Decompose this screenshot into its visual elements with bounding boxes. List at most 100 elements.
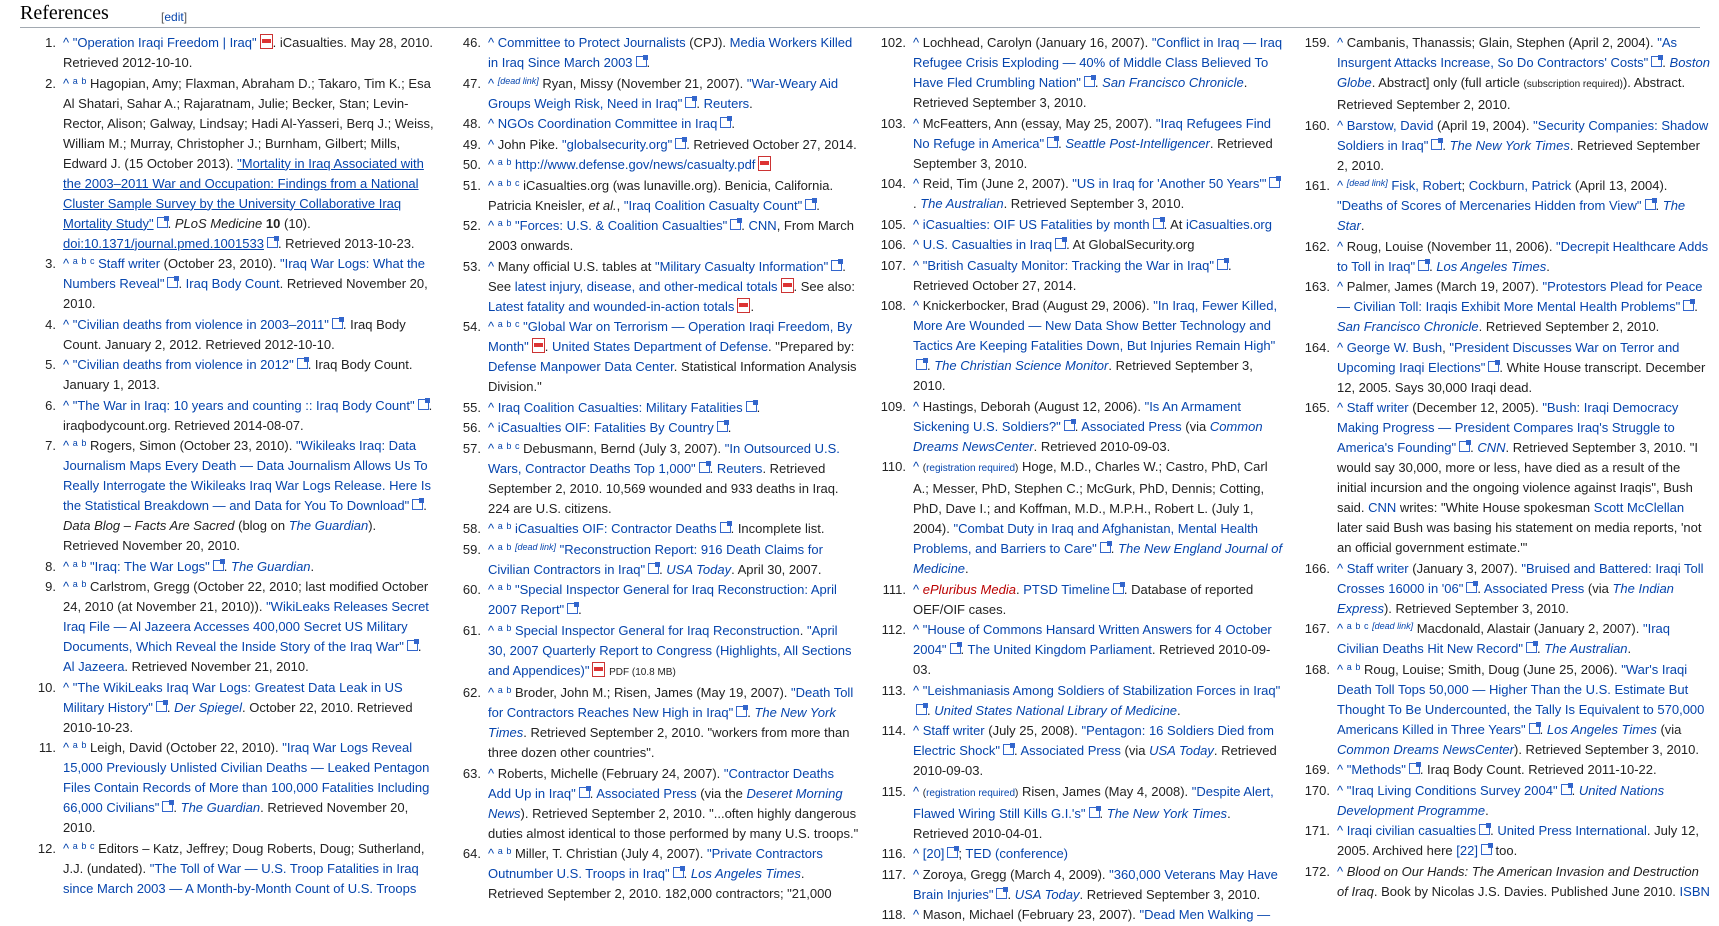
backlink-caret[interactable]: ^: [913, 459, 919, 474]
backlink-letter[interactable]: a: [498, 685, 503, 695]
backlink-caret[interactable]: ^: [488, 542, 494, 557]
backlink-letter[interactable]: a: [73, 841, 78, 851]
edit-link[interactable]: edit: [164, 10, 183, 24]
backlink-letter[interactable]: b: [506, 685, 511, 695]
reference-link[interactable]: San Francisco Chronicle: [1337, 319, 1479, 334]
reference-link[interactable]: The New York Times: [1107, 806, 1227, 821]
backlink-letter[interactable]: c: [515, 178, 520, 188]
backlink-letter[interactable]: b: [81, 438, 86, 448]
backlink-caret[interactable]: ^: [1337, 762, 1343, 777]
reference-link[interactable]: Reuters: [704, 96, 750, 111]
backlink-caret[interactable]: ^: [488, 76, 494, 91]
backlink-letter[interactable]: a: [73, 740, 78, 750]
backlink-letter[interactable]: a: [73, 76, 78, 86]
reference-link[interactable]: USA Today: [1015, 887, 1080, 902]
backlink-caret[interactable]: ^: [913, 298, 919, 313]
reference-link[interactable]: CNN: [1368, 500, 1396, 515]
backlink-letter[interactable]: b: [81, 559, 86, 569]
reference-link[interactable]: CNN: [749, 218, 777, 233]
backlink-letter[interactable]: b: [506, 178, 511, 188]
reference-link[interactable]: "War-Weary Aid Groups Weigh Risk, Need i…: [488, 76, 838, 111]
backlink-letter[interactable]: b: [506, 441, 511, 451]
reference-link[interactable]: Associated Press: [1081, 419, 1181, 434]
backlink-caret[interactable]: ^: [63, 76, 69, 91]
reference-link[interactable]: United States National Library of Medici…: [934, 703, 1177, 718]
backlink-caret[interactable]: ^: [1337, 340, 1343, 355]
reference-link[interactable]: Staff writer: [923, 723, 985, 738]
backlink-caret[interactable]: ^: [913, 258, 919, 273]
reference-link[interactable]: ISBN: [1680, 884, 1710, 899]
backlink-caret[interactable]: ^: [913, 683, 919, 698]
backlink-letter[interactable]: a: [498, 441, 503, 451]
reference-link[interactable]: "360,000 Veterans May Have Brain Injurie…: [913, 867, 1278, 902]
backlink-letter[interactable]: b: [81, 76, 86, 86]
backlink-caret[interactable]: ^: [63, 841, 69, 856]
reference-link[interactable]: Staff writer: [1347, 400, 1409, 415]
reference-link[interactable]: PTSD Timeline: [1023, 582, 1110, 597]
backlink-caret[interactable]: ^: [488, 846, 494, 861]
backlink-letter[interactable]: b: [81, 579, 86, 589]
reference-link[interactable]: Iraq Body Count: [186, 276, 280, 291]
reference-link[interactable]: The New York Times: [1450, 138, 1570, 153]
reference-link[interactable]: "Operation Iraqi Freedom | Iraq": [73, 35, 257, 50]
reference-link[interactable]: The Guardian: [231, 559, 311, 574]
backlink-caret[interactable]: ^: [63, 680, 69, 695]
backlink-caret[interactable]: ^: [488, 582, 494, 597]
reference-link[interactable]: Cockburn, Patrick: [1469, 178, 1572, 193]
reference-link[interactable]: Committee to Protect Journalists: [498, 35, 686, 50]
backlink-caret[interactable]: ^: [63, 357, 69, 372]
reference-link[interactable]: Iraqi civilian casualties: [1347, 823, 1476, 838]
reference-link[interactable]: "Iraq Coalition Casualty Count": [624, 198, 802, 213]
backlink-caret[interactable]: ^: [1337, 178, 1343, 193]
backlink-caret[interactable]: ^: [913, 622, 919, 637]
reference-link[interactable]: TED (conference): [965, 846, 1068, 861]
reference-link[interactable]: iCasualties.org: [1186, 217, 1272, 232]
reference-link[interactable]: iCasualties OIF: Contractor Deaths: [515, 521, 717, 536]
backlink-letter[interactable]: c: [90, 256, 95, 266]
reference-link[interactable]: The Guardian: [181, 800, 261, 815]
backlink-caret[interactable]: ^: [913, 784, 919, 799]
reference-link[interactable]: Iraq Coalition Casualties: Military Fata…: [498, 400, 743, 415]
reference-link[interactable]: Los Angeles Times: [1547, 722, 1657, 737]
backlink-caret[interactable]: ^: [913, 723, 919, 738]
backlink-letter[interactable]: a: [1347, 662, 1352, 672]
backlink-caret[interactable]: ^: [913, 582, 919, 597]
backlink-letter[interactable]: b: [506, 582, 511, 592]
backlink-caret[interactable]: ^: [1337, 621, 1343, 636]
reference-link[interactable]: "globalsecurity.org": [562, 137, 672, 152]
reference-link[interactable]: Common Dreams NewsCenter: [1337, 742, 1514, 757]
reference-link[interactable]: Latest fatality and wounded-in-action to…: [488, 299, 734, 314]
backlink-letter[interactable]: b: [506, 846, 511, 856]
backlink-letter[interactable]: b: [506, 218, 511, 228]
backlink-caret[interactable]: ^: [1337, 864, 1343, 879]
backlink-caret[interactable]: ^: [1337, 279, 1343, 294]
backlink-caret[interactable]: ^: [488, 35, 494, 50]
backlink-caret[interactable]: ^: [488, 137, 494, 152]
backlink-letter[interactable]: a: [498, 157, 503, 167]
reference-link[interactable]: "Leishmaniasis Among Soldiers of Stabili…: [923, 683, 1281, 698]
reference-link[interactable]: Los Angeles Times: [1436, 259, 1546, 274]
reference-link[interactable]: "The War in Iraq: 10 years and counting …: [73, 398, 415, 413]
backlink-caret[interactable]: ^: [63, 438, 69, 453]
reference-link[interactable]: registration required: [926, 463, 1015, 474]
reference-link[interactable]: "Iraq: The War Logs": [90, 559, 210, 574]
reference-link[interactable]: Scott McClellan: [1594, 500, 1684, 515]
backlink-letter[interactable]: a: [498, 542, 503, 552]
backlink-caret[interactable]: ^: [488, 441, 494, 456]
backlink-letter[interactable]: a: [498, 178, 503, 188]
reference-link[interactable]: registration required: [926, 788, 1015, 799]
backlink-caret[interactable]: ^: [488, 319, 494, 334]
reference-link[interactable]: "Is An Armament Sickening U.S. Soldiers?…: [913, 399, 1241, 434]
backlink-letter[interactable]: c: [515, 319, 520, 329]
reference-link[interactable]: George W. Bush: [1347, 340, 1442, 355]
reference-link[interactable]: The United Kingdom Parliament: [968, 642, 1152, 657]
reference-link[interactable]: The Christian Science Monitor: [934, 358, 1108, 373]
reference-link[interactable]: Reuters: [717, 461, 763, 476]
backlink-letter[interactable]: a: [73, 579, 78, 589]
reference-link[interactable]: Staff writer: [1347, 561, 1409, 576]
backlink-caret[interactable]: ^: [488, 766, 494, 781]
backlink-caret[interactable]: ^: [913, 116, 919, 131]
backlink-letter[interactable]: b: [506, 623, 511, 633]
reference-link[interactable]: "Special Inspector General for Iraq Reco…: [488, 582, 837, 617]
reference-link[interactable]: latest injury, disease, and other-medica…: [515, 279, 778, 294]
